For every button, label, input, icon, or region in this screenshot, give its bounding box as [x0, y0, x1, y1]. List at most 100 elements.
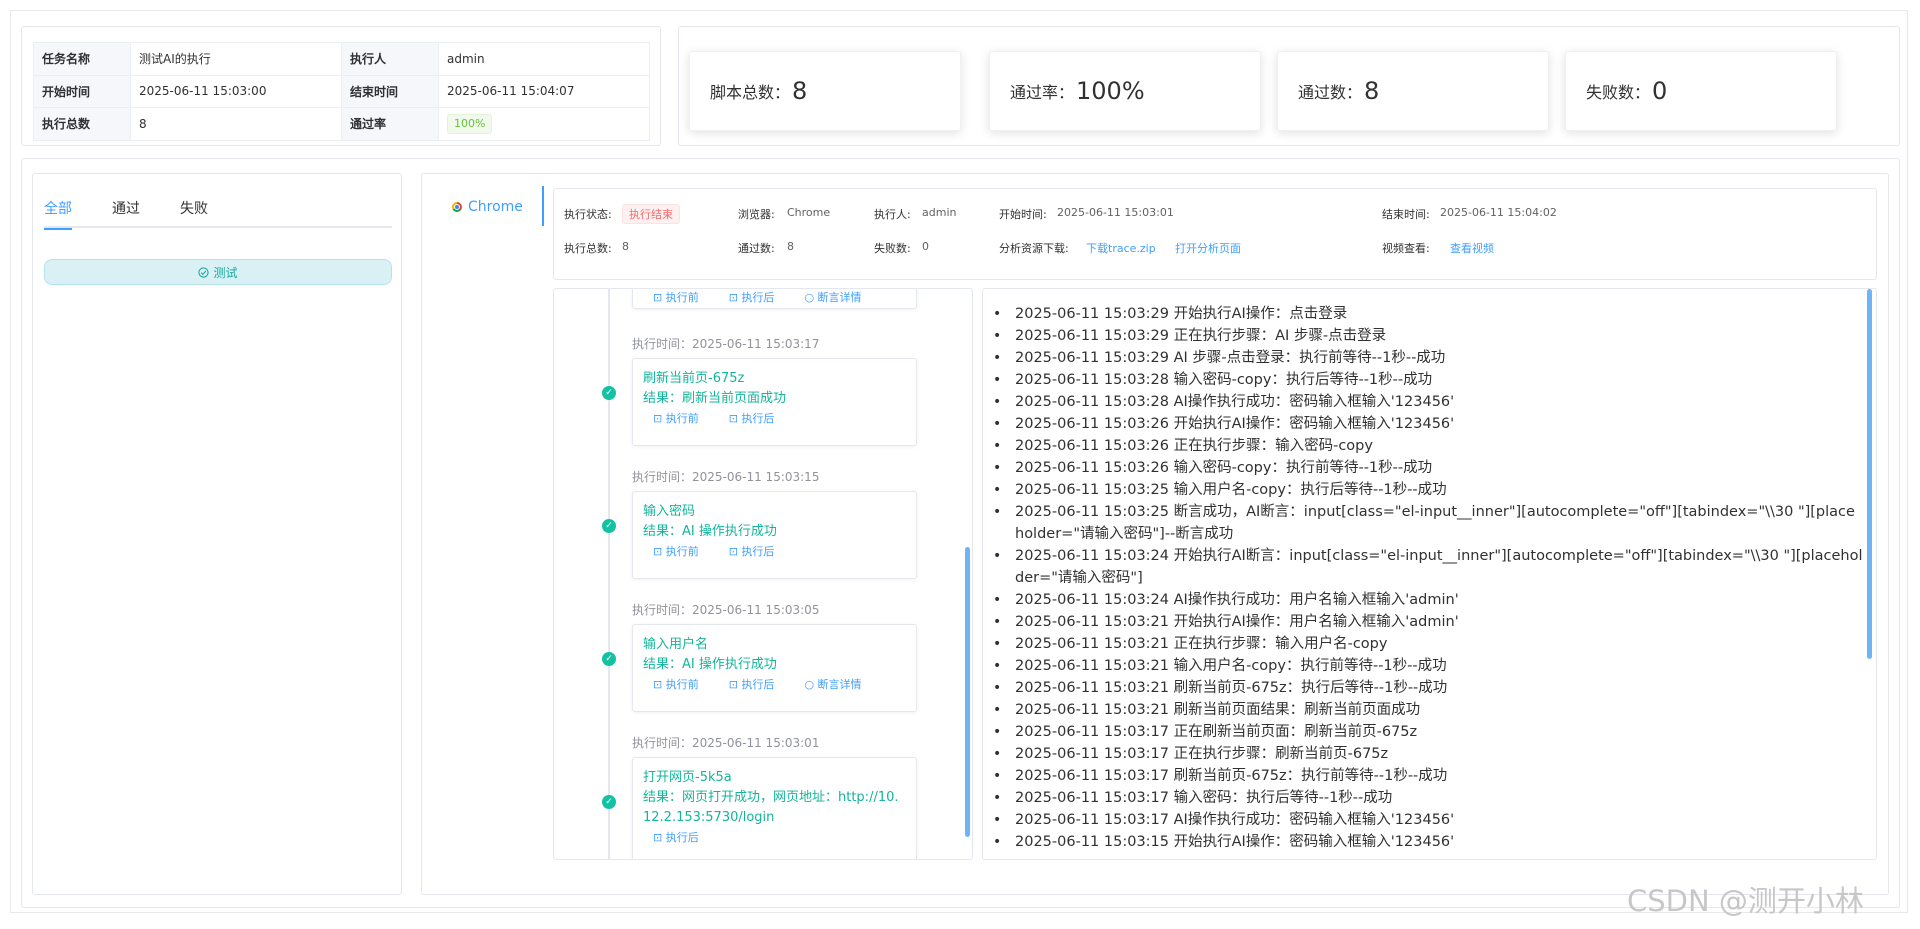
- stat-label: 通过率：: [1010, 83, 1075, 102]
- log-entry: 2025-06-11 15:03:21 刷新当前页面结果：刷新当前页面成功: [983, 699, 1863, 721]
- after-screenshot-link[interactable]: ⊡ 执行后: [729, 543, 775, 559]
- after-screenshot-link[interactable]: ⊡ 执行后: [729, 289, 775, 305]
- stat-value: 0: [1652, 77, 1668, 105]
- check-circle-icon: [198, 266, 210, 278]
- execution-meta: 执行状态: 执行结束 浏览器: Chrome 执行人: admin 开始时间: …: [553, 188, 1877, 280]
- log-entry: 2025-06-11 15:03:17 AI操作执行成功：密码输入框输入'123…: [983, 809, 1863, 831]
- step-result: 结果：刷新当前页面成功: [643, 391, 787, 406]
- analysis-label: 分析资源下载:: [999, 242, 1069, 255]
- case-item-test[interactable]: 测试: [44, 259, 392, 285]
- search-icon: ○: [804, 291, 818, 304]
- task-name-value: 测试AI的执行: [130, 42, 342, 76]
- tab-chrome[interactable]: Chrome: [452, 192, 523, 222]
- log-entry: 2025-06-11 15:03:17 刷新当前页-675z：执行前等待--1秒…: [983, 765, 1863, 787]
- search-icon: ○: [804, 678, 818, 691]
- case-filter-panel: 全部 通过 失败 测试: [32, 173, 402, 895]
- log-entry: 2025-06-11 15:03:24 AI操作执行成功：用户名输入框输入'ad…: [983, 589, 1863, 611]
- log-list: 2025-06-11 15:03:29 开始执行AI操作：点击登录 2025-0…: [983, 303, 1863, 853]
- stat-fail-count: 失败数： 0: [1565, 51, 1837, 131]
- stat-value: 8: [792, 77, 808, 105]
- pass-value: 8: [787, 240, 794, 253]
- image-icon: ⊡: [728, 678, 742, 691]
- image-icon: ⊡: [653, 545, 666, 558]
- download-trace-link[interactable]: 下载trace.zip: [1086, 240, 1156, 256]
- image-icon: ⊡: [653, 291, 666, 304]
- log-entry: 2025-06-11 15:03:28 AI操作执行成功：密码输入框输入'123…: [983, 391, 1863, 413]
- after-screenshot-link[interactable]: ⊡ 执行后: [729, 410, 775, 426]
- stat-label: 脚本总数：: [710, 83, 791, 102]
- step-card: 打开网页-5k5a 结果：网页打开成功，网页地址：http://10.12.2.…: [632, 757, 917, 859]
- start-value: 2025-06-11 15:03:01: [1057, 206, 1174, 219]
- step-card: 输入用户名 结果：AI 操作执行成功 ⊡ 执行前 ⊡ 执行后 ○ 断言详情: [632, 624, 917, 712]
- before-screenshot-link[interactable]: ⊡ 执行前: [653, 676, 699, 692]
- active-tab-indicator: [542, 186, 544, 226]
- execution-detail-panel: Chrome 执行状态: 执行结束 浏览器: Chrome 执行人: admin…: [421, 173, 1889, 895]
- log-entry: 2025-06-11 15:03:21 刷新当前页-675z：执行后等待--1秒…: [983, 677, 1863, 699]
- assert-detail-link[interactable]: ○ 断言详情: [804, 289, 861, 305]
- step-result: 结果：AI 操作执行成功: [643, 657, 777, 672]
- stat-script-total: 脚本总数： 8: [689, 51, 961, 131]
- status-badge: 执行结束: [622, 204, 680, 224]
- stat-pass-rate: 通过率： 100%: [989, 51, 1261, 131]
- image-icon: ⊡: [728, 412, 742, 425]
- step-card: 输入密码 结果：AI 操作执行成功 ⊡ 执行前 ⊡ 执行后: [632, 491, 917, 579]
- stat-pass-count: 通过数： 8: [1277, 51, 1549, 131]
- log-entry: 2025-06-11 15:03:29 开始执行AI操作：点击登录: [983, 303, 1863, 325]
- stat-value: 100%: [1076, 77, 1145, 105]
- before-screenshot-link[interactable]: ⊡ 执行前: [653, 543, 699, 559]
- fail-label: 失败数:: [874, 242, 911, 255]
- image-icon: ⊡: [728, 545, 742, 558]
- stat-value: 8: [1364, 77, 1380, 105]
- log-entry: 2025-06-11 15:03:21 开始执行AI操作：用户名输入框输入'ad…: [983, 611, 1863, 633]
- step-title: 刷新当前页-675z: [643, 371, 745, 386]
- view-video-link[interactable]: 查看视频: [1450, 240, 1494, 256]
- log-entry: 2025-06-11 15:03:26 输入密码-copy：执行前等待--1秒-…: [983, 457, 1863, 479]
- open-analysis-link[interactable]: 打开分析页面: [1175, 240, 1241, 256]
- before-screenshot-link[interactable]: ⊡ 执行前: [653, 410, 699, 426]
- step-time: 执行时间：2025-06-11 15:03:17: [632, 337, 820, 351]
- assert-detail-link[interactable]: ○ 断言详情: [804, 676, 861, 692]
- after-screenshot-link[interactable]: ⊡ 执行后: [653, 829, 699, 845]
- pass-rate-badge: 100%: [447, 113, 493, 134]
- timeline-scrollbar[interactable]: [965, 547, 970, 837]
- end-time-label: 结束时间: [341, 74, 439, 108]
- executor-label: 执行人: [341, 42, 439, 76]
- browser-label: 浏览器:: [738, 208, 775, 221]
- total-value: 8: [130, 107, 342, 141]
- log-entry: 2025-06-11 15:03:26 开始执行AI操作：密码输入框输入'123…: [983, 413, 1863, 435]
- browser-value: Chrome: [787, 206, 831, 219]
- check-icon: ✓: [602, 652, 616, 666]
- check-icon: ✓: [602, 519, 616, 533]
- tab-pass[interactable]: 通过: [112, 198, 140, 228]
- image-icon: ⊡: [653, 678, 666, 691]
- start-time-value: 2025-06-11 15:03:00: [130, 74, 342, 108]
- step-title: 输入密码: [643, 504, 696, 519]
- tab-all[interactable]: 全部: [44, 198, 72, 230]
- tab-fail[interactable]: 失败: [180, 198, 208, 228]
- total-label: 执行总数:: [564, 242, 612, 255]
- step-title: 打开网页-5k5a: [643, 770, 732, 785]
- task-info-card: 任务名称 测试AI的执行 执行人 admin 开始时间 2025-06-11 1…: [21, 26, 661, 146]
- start-time-label: 开始时间: [33, 74, 131, 108]
- case-item-label: 测试: [213, 265, 238, 280]
- main-panel: 全部 通过 失败 测试 Chrome 执行状态: 执行结束 浏览器: Chrom…: [21, 158, 1900, 908]
- status-label: 执行状态:: [564, 208, 612, 221]
- step-card: 刷新当前页-675z 结果：刷新当前页面成功 ⊡ 执行前 ⊡ 执行后: [632, 358, 917, 446]
- log-entry: 2025-06-11 15:03:24 开始执行AI断言：input[class…: [983, 545, 1863, 589]
- after-screenshot-link[interactable]: ⊡ 执行后: [729, 676, 775, 692]
- execution-log: 2025-06-11 15:03:29 开始执行AI操作：点击登录 2025-0…: [982, 288, 1877, 860]
- chrome-icon: [452, 202, 462, 212]
- end-label: 结束时间:: [1382, 208, 1430, 221]
- filter-tabs: 全部 通过 失败: [44, 198, 392, 230]
- image-icon: ⊡: [653, 412, 666, 425]
- step-time: 执行时间：2025-06-11 15:03:01: [632, 736, 820, 750]
- log-entry: 2025-06-11 15:03:28 输入密码-copy：执行后等待--1秒-…: [983, 369, 1863, 391]
- log-entry: 2025-06-11 15:03:25 输入用户名-copy：执行后等待--1秒…: [983, 479, 1863, 501]
- step-title: 输入用户名: [643, 637, 709, 652]
- end-value: 2025-06-11 15:04:02: [1440, 206, 1557, 219]
- executor-label: 执行人:: [874, 208, 911, 221]
- log-scrollbar[interactable]: [1867, 289, 1872, 659]
- step-result: 结果：AI 操作执行成功: [643, 524, 777, 539]
- browser-tab-label: Chrome: [468, 199, 523, 215]
- before-screenshot-link[interactable]: ⊡ 执行前: [653, 289, 699, 305]
